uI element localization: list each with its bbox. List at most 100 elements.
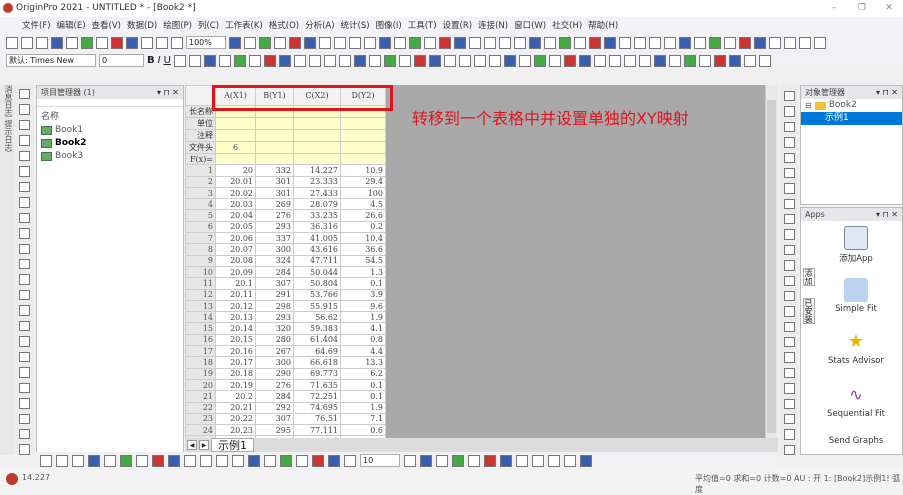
- row-header[interactable]: 5: [185, 209, 216, 222]
- data-cell[interactable]: 1.9: [340, 401, 386, 414]
- data-cell[interactable]: 267: [255, 345, 294, 358]
- toolbar-icon[interactable]: [769, 36, 781, 49]
- toolbar-icon[interactable]: [111, 36, 123, 49]
- row-header[interactable]: 23: [185, 412, 216, 426]
- toolbar-icon[interactable]: [173, 54, 186, 67]
- data-cell[interactable]: 10.4: [340, 232, 386, 245]
- toolbar-icon[interactable]: [66, 36, 78, 49]
- plot-toolbar-icon[interactable]: [532, 454, 544, 467]
- data-cell[interactable]: 284: [255, 265, 294, 279]
- row-header[interactable]: 15: [185, 322, 216, 335]
- data-cell[interactable]: 50.804: [293, 277, 341, 290]
- toolbar-icon[interactable]: [443, 54, 456, 67]
- data-cell[interactable]: 20.13: [215, 311, 256, 324]
- toolbar-icon[interactable]: [278, 54, 291, 67]
- tool-icon[interactable]: [18, 367, 30, 378]
- left-dock-tabs[interactable]: 消息日志 提示日志: [0, 85, 14, 455]
- toolbar-icon[interactable]: [244, 36, 256, 49]
- label-cell[interactable]: [255, 129, 294, 142]
- toolbar-icon[interactable]: [96, 36, 108, 49]
- label-cell[interactable]: [293, 129, 341, 142]
- data-cell[interactable]: 72.251: [293, 390, 341, 403]
- data-cell[interactable]: 20.19: [215, 378, 256, 392]
- name-column-header[interactable]: 名称: [37, 111, 183, 124]
- toolbar-icon[interactable]: [394, 36, 406, 49]
- toolbar-icon[interactable]: [578, 54, 591, 67]
- data-cell[interactable]: 27.433: [293, 186, 341, 200]
- toolbar-icon[interactable]: [308, 54, 321, 67]
- tool-icon[interactable]: [18, 212, 30, 224]
- plot-toolbar-icon[interactable]: [468, 454, 480, 467]
- menu-item[interactable]: 工作表(K): [225, 19, 263, 31]
- row-header[interactable]: 10: [185, 265, 216, 279]
- toolbar-icon[interactable]: [814, 36, 826, 49]
- toolbar-icon[interactable]: [623, 54, 636, 67]
- toolbar-icon[interactable]: [469, 36, 481, 49]
- data-cell[interactable]: 20.09: [215, 265, 256, 279]
- toolbar-icon[interactable]: [188, 54, 201, 67]
- menu-item[interactable]: 帮助(H): [588, 19, 618, 31]
- plot-toolbar-icon[interactable]: [484, 454, 496, 467]
- menu-item[interactable]: 数据(D): [127, 19, 157, 31]
- label-cell[interactable]: [255, 152, 294, 166]
- plot-toolbar-icon[interactable]: [344, 454, 356, 467]
- toolbar-icon[interactable]: [413, 54, 426, 67]
- tool-icon[interactable]: [18, 228, 30, 239]
- minimize-button[interactable]: –: [820, 0, 848, 17]
- plot-toolbar-icon[interactable]: [296, 454, 308, 467]
- data-cell[interactable]: 20.02: [215, 186, 256, 200]
- tool-icon[interactable]: [18, 274, 30, 285]
- data-cell[interactable]: 20.05: [215, 220, 256, 234]
- plot-toolbar-icon[interactable]: [264, 454, 276, 467]
- toolbar-icon[interactable]: [233, 54, 246, 67]
- plot-toolbar-icon[interactable]: [280, 454, 292, 467]
- toolbar-icon[interactable]: [544, 36, 556, 49]
- toolbar-icon[interactable]: [364, 36, 376, 49]
- folder-tree[interactable]: [37, 99, 183, 107]
- plot-toolbar-icon[interactable]: [72, 454, 84, 467]
- layout-tool-icon[interactable]: [783, 121, 795, 133]
- layout-tool-icon[interactable]: [783, 214, 795, 225]
- toolbar-icon[interactable]: [664, 36, 676, 49]
- toolbar-icon[interactable]: [379, 36, 391, 49]
- row-header[interactable]: 8: [185, 243, 216, 256]
- toolbar-icon[interactable]: [559, 36, 571, 49]
- toolbar-icon[interactable]: [754, 36, 766, 49]
- data-cell[interactable]: 20.21: [215, 401, 256, 414]
- toolbar-icon[interactable]: [724, 36, 736, 49]
- data-cell[interactable]: 0.8: [340, 333, 386, 347]
- app-simple-fit[interactable]: Simple Fit: [821, 278, 891, 314]
- menu-item[interactable]: 统计(S): [341, 19, 370, 31]
- label-cell[interactable]: [340, 129, 386, 142]
- data-cell[interactable]: 324: [255, 254, 294, 267]
- data-cell[interactable]: 290: [255, 367, 294, 380]
- toolbar-icon[interactable]: [349, 36, 361, 49]
- app-add[interactable]: 添加App: [821, 226, 891, 264]
- data-cell[interactable]: 54.5: [340, 254, 386, 267]
- data-cell[interactable]: 300: [255, 243, 294, 256]
- data-cell[interactable]: 0.1: [340, 277, 386, 290]
- toolbar-icon[interactable]: [518, 54, 531, 67]
- layout-tool-icon[interactable]: [783, 290, 795, 302]
- toolbar-icon[interactable]: [156, 36, 168, 49]
- toolbar-icon[interactable]: [21, 36, 33, 49]
- prev-sheet-button[interactable]: ◀: [187, 440, 197, 450]
- toolbar-icon[interactable]: [638, 54, 651, 67]
- tool-icon[interactable]: [18, 289, 30, 301]
- data-cell[interactable]: 307: [255, 412, 294, 426]
- toolbar-icon[interactable]: [304, 36, 316, 49]
- data-cell[interactable]: 20.1: [215, 277, 256, 290]
- tool-icon[interactable]: [18, 413, 30, 424]
- tool-icon[interactable]: [18, 197, 30, 208]
- toolbar-icon[interactable]: [51, 36, 63, 49]
- toolbar-icon[interactable]: [383, 54, 396, 67]
- menu-item[interactable]: 工具(T): [408, 19, 437, 31]
- tree-sheet-selected[interactable]: 示例1: [801, 112, 902, 125]
- data-cell[interactable]: 61.404: [293, 333, 341, 347]
- menu-item[interactable]: 设置(R): [443, 19, 473, 31]
- layout-tool-icon[interactable]: [783, 244, 795, 256]
- font-size-select[interactable]: 0: [99, 54, 144, 67]
- data-cell[interactable]: 20.23: [215, 424, 256, 437]
- menu-item[interactable]: 图像(I): [376, 19, 402, 31]
- menu-item[interactable]: 分析(A): [305, 19, 334, 31]
